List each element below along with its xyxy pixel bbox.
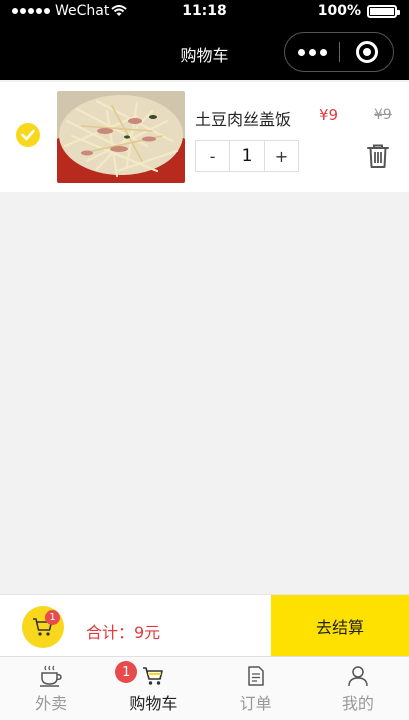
coffee-icon <box>40 665 62 687</box>
tab-takeout[interactable]: 外卖 <box>0 657 102 720</box>
tab-takeout-label: 外卖 <box>35 694 68 713</box>
cart-item: 土豆肉丝盖饭 ¥9 ¥9 - 1 + <box>0 82 409 192</box>
cart-icon <box>143 667 164 685</box>
check-icon <box>21 129 35 141</box>
item-name: 土豆肉丝盖饭 <box>195 110 292 129</box>
total-amount: 合计：9元 <box>86 623 161 642</box>
close-target-icon <box>355 41 378 63</box>
tab-profile-label: 我的 <box>341 694 374 713</box>
more-menu-icon[interactable] <box>285 33 339 71</box>
tab-cart-badge: 1 <box>115 661 138 683</box>
tab-cart[interactable]: 1 购物车 <box>102 657 204 720</box>
tab-orders-label: 订单 <box>239 694 272 713</box>
tab-profile[interactable]: 我的 <box>307 657 409 720</box>
close-miniprogram-button[interactable] <box>340 33 393 71</box>
tab-cart-label: 购物车 <box>129 694 178 713</box>
checkout-bar: 1 合计：9元 去结算 <box>0 594 409 657</box>
quantity-value[interactable]: 1 <box>229 141 265 171</box>
top-bar: WeChat 11:18 100% 购物车 <box>0 0 409 80</box>
miniprogram-capsule <box>284 32 394 72</box>
status-bar: WeChat 11:18 100% <box>0 0 409 24</box>
battery-percent: 100% <box>317 3 361 19</box>
cart-count-badge: 1 <box>45 610 60 625</box>
checkout-button[interactable]: 去结算 <box>271 595 409 657</box>
user-icon <box>348 666 368 687</box>
quantity-stepper: - 1 + <box>195 140 299 172</box>
food-thumbnail[interactable] <box>57 91 185 183</box>
tab-orders[interactable]: 订单 <box>205 657 307 720</box>
item-original-price: ¥9 <box>374 107 392 123</box>
increase-quantity-button[interactable]: + <box>265 141 298 171</box>
battery-icon <box>367 4 400 18</box>
battery-status: 100% <box>317 3 400 19</box>
tab-bar: 外卖 1 购物车 订单 我的 <box>0 656 409 720</box>
document-icon <box>247 666 264 686</box>
decrease-quantity-button[interactable]: - <box>196 141 229 171</box>
item-price: ¥9 <box>319 106 339 124</box>
trash-icon[interactable] <box>366 143 390 169</box>
select-checkbox[interactable] <box>16 123 40 147</box>
